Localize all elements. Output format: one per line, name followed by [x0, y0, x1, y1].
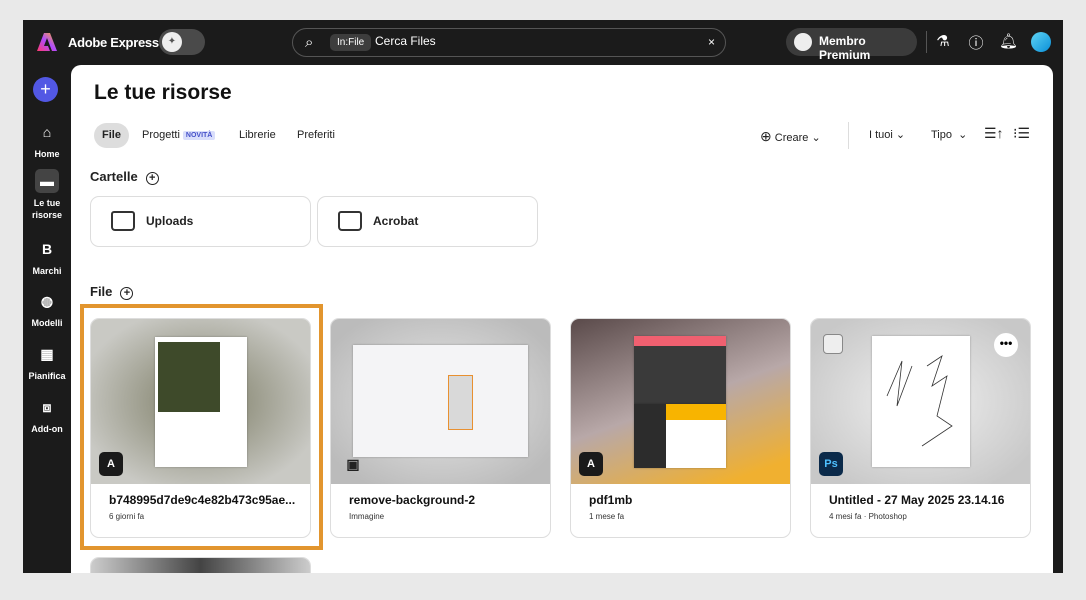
sidebar-label: Pianifica — [28, 371, 66, 381]
file-title: remove-background-2 — [349, 493, 476, 507]
file-title: Untitled - 27 May 2025 23.14.16 — [829, 493, 1005, 507]
search-bar[interactable]: ⌕ In:File × — [292, 28, 726, 57]
photoshop-app-icon: Ps — [819, 452, 843, 476]
folder-icon — [111, 211, 135, 231]
chevron-down-icon: ⌄ — [895, 129, 906, 141]
sidebar-item-templates[interactable]: ◍ Modelli — [23, 289, 71, 329]
image-type-icon: ▣ — [346, 456, 360, 472]
top-bar: Adobe Express ✦ ⌕ In:File × Membro Premi… — [23, 20, 1063, 65]
tab-favorites[interactable]: Preferiti — [289, 123, 343, 148]
mode-toggle[interactable]: ✦ — [159, 29, 205, 55]
cutout-preview — [448, 375, 473, 430]
sidebar-item-brands[interactable]: B Marchi — [23, 237, 71, 277]
sidebar-item-your-assets[interactable]: ▬ Le tue risorse — [23, 169, 71, 221]
more-options-icon[interactable]: ••• — [994, 333, 1018, 357]
add-circle-icon: ⊕ — [760, 128, 772, 144]
sidebar-label: Marchi — [32, 266, 62, 276]
folder-uploads[interactable]: Uploads — [90, 196, 311, 247]
type-filter-dropdown[interactable]: Tipo ⌄ — [931, 128, 967, 141]
file-meta: Immagine — [349, 512, 385, 521]
add-folder-icon[interactable]: + — [145, 172, 159, 185]
sidebar-item-schedule[interactable]: ▦ Pianifica — [23, 342, 71, 382]
selection-highlight — [80, 304, 323, 550]
create-label: Creare — [774, 132, 809, 144]
templates-icon: ◍ — [40, 293, 54, 309]
owner-label: I tuoi — [869, 129, 893, 141]
owner-filter-dropdown[interactable]: I tuoi ⌄ — [869, 128, 905, 141]
sidebar-item-home[interactable]: ⌂ Home — [23, 120, 71, 160]
folder-icon: ▬ — [35, 169, 59, 193]
file-title: pdf1mb — [589, 493, 633, 507]
adobe-express-logo-icon[interactable] — [37, 32, 57, 52]
sidebar-label: Home — [34, 149, 60, 159]
folder-name: Acrobat — [373, 214, 419, 228]
files-heading: File + — [90, 284, 134, 300]
premium-label: Membro Premium — [819, 34, 871, 62]
file-thumbnail — [571, 319, 790, 484]
app-name: Adobe Express — [68, 35, 159, 50]
tab-file[interactable]: File — [94, 123, 129, 148]
search-icon: ⌕ — [305, 34, 314, 51]
pdf-content — [666, 404, 726, 468]
type-label: Tipo — [931, 129, 952, 141]
calendar-icon: ▦ — [40, 346, 54, 362]
tab-label: Progetti — [142, 129, 180, 141]
clear-search-icon[interactable]: × — [708, 35, 715, 49]
folder-icon — [338, 211, 362, 231]
file-thumbnail — [91, 558, 310, 573]
search-scope-chip[interactable]: In:File — [330, 34, 372, 51]
file-date: 4 mesi fa — [829, 512, 862, 521]
sort-icon[interactable]: ☰↑ — [984, 125, 1004, 142]
sidebar-label: Modelli — [31, 318, 63, 328]
addon-icon: ⧈ — [42, 399, 52, 415]
list-view-icon[interactable]: ⁝☰ — [1013, 125, 1030, 142]
notifications-bell-icon[interactable]: 🔔︎ — [999, 32, 1018, 50]
sketch-preview — [872, 336, 970, 467]
crown-icon — [794, 33, 812, 51]
labs-flask-icon[interactable]: ⚗ — [934, 32, 952, 50]
section-title: Cartelle — [90, 169, 138, 184]
chevron-down-icon: ⌄ — [811, 132, 821, 144]
divider — [848, 122, 849, 149]
tab-projects[interactable]: Progetti NOVITÀ — [134, 123, 223, 148]
home-icon: ⌂ — [42, 124, 52, 140]
new-badge: NOVITÀ — [182, 131, 216, 140]
section-title: File — [90, 284, 113, 299]
sidebar-item-addons[interactable]: ⧈ Add-on — [23, 395, 71, 435]
search-input[interactable] — [375, 34, 675, 48]
divider — [926, 31, 927, 53]
premium-member-button[interactable]: Membro Premium — [786, 28, 917, 62]
file-card[interactable]: A pdf1mb 1 mese fa — [570, 318, 791, 538]
file-meta: 1 mese fa — [589, 512, 625, 521]
sidebar-label: Add-on — [31, 424, 63, 434]
create-button[interactable]: ⊕ Creare ⌄ — [760, 128, 821, 145]
user-avatar[interactable] — [1031, 32, 1051, 52]
toggle-knob-icon: ✦ — [162, 32, 182, 52]
chevron-down-icon: ⌄ — [958, 129, 968, 141]
file-card[interactable]: ••• Ps Untitled - 27 May 2025 23.14.16 4… — [810, 318, 1031, 538]
add-file-icon[interactable]: + — [120, 287, 134, 300]
pdf-page-preview — [634, 336, 726, 404]
tab-libraries[interactable]: Librerie — [231, 123, 284, 148]
pdf-page-preview — [634, 404, 726, 468]
sketch-drawing — [886, 355, 953, 447]
folder-acrobat[interactable]: Acrobat — [317, 196, 538, 247]
file-meta: 4 mesi fa · Photoshop — [829, 512, 907, 521]
create-new-button[interactable]: + — [33, 77, 58, 102]
brand-icon: B — [41, 241, 53, 257]
file-card[interactable] — [90, 557, 311, 573]
adobe-express-app-icon: A — [579, 452, 603, 476]
folder-name: Uploads — [146, 214, 194, 228]
file-card[interactable]: ▣ remove-background-2 Immagine — [330, 318, 551, 538]
screenshot-preview — [353, 345, 528, 457]
sidebar-label: Le tue risorse — [31, 198, 63, 220]
help-icon[interactable]: ⓘ — [967, 32, 985, 53]
file-app: Photoshop — [868, 512, 907, 521]
page-title: Le tue risorse — [94, 81, 232, 104]
select-checkbox[interactable] — [823, 334, 843, 354]
file-thumbnail: ••• — [811, 319, 1030, 484]
folders-heading: Cartelle + — [90, 169, 159, 185]
